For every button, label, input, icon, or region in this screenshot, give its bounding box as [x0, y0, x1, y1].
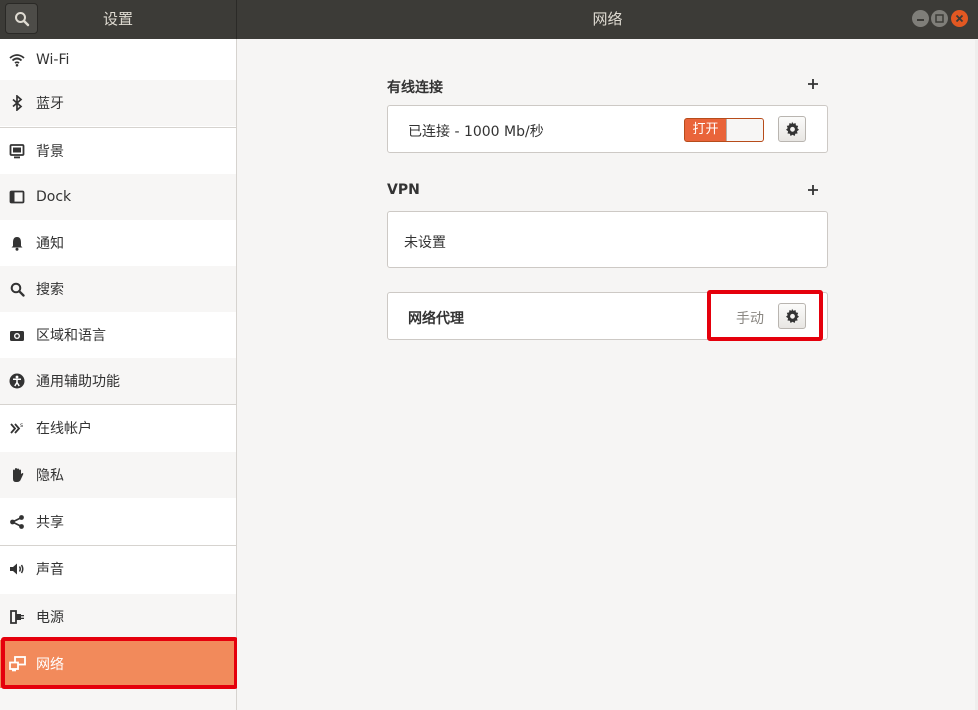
- sidebar-item-sound[interactable]: 声音: [0, 546, 236, 592]
- sidebar-item-label: 隐私: [36, 468, 64, 484]
- wired-toggle[interactable]: 打开: [684, 118, 764, 142]
- bell-icon: [8, 234, 26, 252]
- sidebar-item-wifi[interactable]: Wi-Fi: [0, 39, 236, 80]
- camera-icon: [8, 326, 26, 344]
- wifi-icon: [8, 51, 26, 69]
- sidebar-item-label: 在线帐户: [36, 421, 92, 437]
- share-icon: [8, 513, 26, 531]
- close-button[interactable]: [951, 10, 968, 27]
- hand-icon: [8, 466, 26, 484]
- sidebar-item-bluetooth[interactable]: 蓝牙: [0, 80, 236, 126]
- wired-section-title: 有线连接: [387, 80, 443, 96]
- vpn-section-title: VPN: [387, 182, 420, 198]
- sidebar-item-label: 通用辅助功能: [36, 374, 120, 390]
- sidebar-item-label: 网络: [36, 657, 64, 673]
- sidebar-item-label: 背景: [36, 144, 64, 160]
- minimize-button[interactable]: [912, 10, 929, 27]
- sidebar-item-notifications[interactable]: 通知: [0, 220, 236, 266]
- page-title: 网络: [592, 10, 623, 28]
- vpn-card: 未设置: [387, 211, 828, 268]
- sidebar-item-network[interactable]: 网络: [0, 640, 236, 688]
- close-icon: [955, 14, 964, 23]
- gear-icon: [786, 308, 799, 323]
- proxy-value: 手动: [736, 311, 764, 327]
- maximize-button[interactable]: [931, 10, 948, 27]
- dock-icon: [8, 188, 26, 206]
- search-icon: [8, 280, 26, 298]
- speaker-icon: [8, 560, 26, 578]
- sidebar-item-partial: [0, 688, 236, 710]
- network-icon: [8, 655, 26, 673]
- sidebar-item-online-accounts[interactable]: s 在线帐户: [0, 405, 236, 451]
- minimize-icon: [917, 19, 924, 21]
- header-bar: 设置 网络: [0, 0, 978, 39]
- maximize-icon: [935, 14, 944, 23]
- sidebar: Wi-Fi 蓝牙 背景 Dock 通知 搜索 区域和语言 通用辅助功能 s 在线…: [0, 39, 236, 710]
- online-accounts-icon: s: [8, 419, 26, 437]
- gear-icon: [786, 121, 799, 136]
- wired-settings-button[interactable]: [778, 116, 806, 142]
- sidebar-item-background[interactable]: 背景: [0, 128, 236, 174]
- add-vpn-button[interactable]: [805, 183, 821, 199]
- vpn-status: 未设置: [404, 235, 446, 251]
- sidebar-item-label: Wi-Fi: [36, 51, 70, 68]
- plus-icon: [808, 79, 818, 89]
- plus-icon: [808, 185, 818, 195]
- settings-title: 设置: [102, 10, 133, 28]
- svg-text:s: s: [20, 422, 23, 429]
- sidebar-item-sharing[interactable]: 共享: [0, 499, 236, 545]
- sidebar-item-accessibility[interactable]: 通用辅助功能: [0, 358, 236, 404]
- sidebar-item-label: 通知: [36, 236, 64, 252]
- power-icon: [8, 608, 26, 626]
- proxy-title: 网络代理: [408, 311, 464, 327]
- sidebar-item-label: 电源: [36, 610, 64, 626]
- sidebar-item-label: 区域和语言: [36, 328, 106, 344]
- proxy-card[interactable]: 网络代理 手动: [387, 292, 828, 340]
- sidebar-item-label: Dock: [36, 189, 72, 205]
- main-panel: 有线连接 已连接 - 1000 Mb/秒 打开 VPN 未设置 网络代理 手动: [237, 39, 978, 710]
- sidebar-item-label: 搜索: [36, 282, 64, 298]
- sidebar-item-label: 蓝牙: [36, 96, 64, 112]
- sidebar-item-label: 声音: [36, 562, 64, 578]
- sidebar-item-search[interactable]: 搜索: [0, 266, 236, 312]
- wired-card: 已连接 - 1000 Mb/秒 打开: [387, 105, 828, 153]
- background-icon: [8, 142, 26, 160]
- sidebar-item-label: 共享: [36, 515, 64, 531]
- wired-status: 已连接 - 1000 Mb/秒: [408, 124, 544, 140]
- sidebar-item-power[interactable]: 电源: [0, 594, 236, 640]
- add-wired-button[interactable]: [805, 77, 821, 93]
- sidebar-item-region-language[interactable]: 区域和语言: [0, 312, 236, 358]
- bluetooth-icon: [8, 94, 26, 112]
- accessibility-icon: [8, 372, 26, 390]
- toggle-on-label: 打开: [692, 122, 719, 137]
- toggle-knob: [726, 119, 763, 141]
- sidebar-item-privacy[interactable]: 隐私: [0, 452, 236, 498]
- sidebar-item-dock[interactable]: Dock: [0, 174, 236, 220]
- proxy-settings-button[interactable]: [778, 303, 806, 329]
